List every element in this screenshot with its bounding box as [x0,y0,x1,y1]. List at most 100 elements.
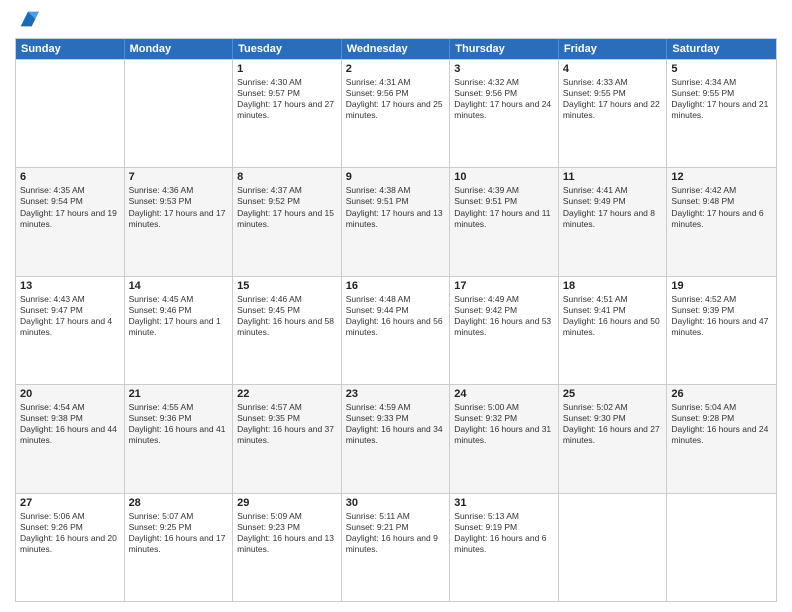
day-info: Sunrise: 4:31 AM Sunset: 9:56 PM Dayligh… [346,77,446,121]
logo-text [15,10,39,30]
calendar-cell: 23 Sunrise: 4:59 AM Sunset: 9:33 PM Dayli… [342,385,451,492]
weekday-header: Saturday [667,39,776,59]
day-number: 14 [129,280,229,292]
day-info: Sunrise: 5:04 AM Sunset: 9:28 PM Dayligh… [671,402,772,446]
day-number: 8 [237,171,337,183]
calendar-cell: 27Sunrise: 5:06 AM Sunset: 9:26 PM Dayli… [16,494,125,601]
calendar-cell: 16 Sunrise: 4:48 AM Sunset: 9:44 PM Dayli… [342,277,451,384]
day-number: 22 [237,388,337,400]
day-number: 7 [129,171,229,183]
calendar-cell: 19 Sunrise: 4:52 AM Sunset: 9:39 PM Dayli… [667,277,776,384]
day-number: 23 [346,388,446,400]
day-number: 21 [129,388,229,400]
day-number: 25 [563,388,663,400]
day-info: Sunrise: 5:13 AM Sunset: 9:19 PM Dayligh… [454,511,554,555]
day-info: Sunrise: 5:02 AM Sunset: 9:30 PM Dayligh… [563,402,663,446]
calendar: SundayMondayTuesdayWednesdayThursdayFrid… [15,38,777,602]
calendar-cell: 31 Sunrise: 5:13 AM Sunset: 9:19 PM Dayli… [450,494,559,601]
calendar-cell: 20 Sunrise: 4:54 AM Sunset: 9:38 PM Dayli… [16,385,125,492]
day-info: Sunrise: 4:36 AM Sunset: 9:53 PM Dayligh… [129,185,229,229]
calendar-cell: 14 Sunrise: 4:45 AM Sunset: 9:46 PM Dayli… [125,277,234,384]
day-number: 26 [671,388,772,400]
day-number: 1 [237,63,337,75]
day-number: 19 [671,280,772,292]
calendar-week-row: 13 Sunrise: 4:43 AM Sunset: 9:47 PM Dayli… [16,276,776,384]
day-number: 30 [346,497,446,509]
calendar-week-row: 20 Sunrise: 4:54 AM Sunset: 9:38 PM Dayli… [16,384,776,492]
day-info: Sunrise: 4:43 AM Sunset: 9:47 PM Dayligh… [20,294,120,338]
day-info: Sunrise: 4:49 AM Sunset: 9:42 PM Dayligh… [454,294,554,338]
calendar-page: SundayMondayTuesdayWednesdayThursdayFrid… [0,0,792,612]
calendar-cell: 5 Sunrise: 4:34 AM Sunset: 9:55 PM Daylig… [667,60,776,167]
calendar-cell: 8 Sunrise: 4:37 AM Sunset: 9:52 PM Daylig… [233,168,342,275]
day-info: Sunrise: 4:52 AM Sunset: 9:39 PM Dayligh… [671,294,772,338]
day-info: Sunrise: 4:54 AM Sunset: 9:38 PM Dayligh… [20,402,120,446]
header [15,10,777,30]
day-info: Sunrise: 4:48 AM Sunset: 9:44 PM Dayligh… [346,294,446,338]
calendar-cell: 21Sunrise: 4:55 AM Sunset: 9:36 PM Dayli… [125,385,234,492]
day-info: Sunrise: 5:06 AM Sunset: 9:26 PM Dayligh… [20,511,120,555]
day-number: 4 [563,63,663,75]
day-info: Sunrise: 5:11 AM Sunset: 9:21 PM Dayligh… [346,511,446,555]
day-info: Sunrise: 5:07 AM Sunset: 9:25 PM Dayligh… [129,511,229,555]
calendar-cell: 17 Sunrise: 4:49 AM Sunset: 9:42 PM Dayli… [450,277,559,384]
weekday-header: Monday [125,39,234,59]
day-info: Sunrise: 4:38 AM Sunset: 9:51 PM Dayligh… [346,185,446,229]
calendar-cell [16,60,125,167]
weekday-header: Wednesday [342,39,451,59]
day-number: 2 [346,63,446,75]
day-number: 16 [346,280,446,292]
day-info: Sunrise: 4:35 AM Sunset: 9:54 PM Dayligh… [20,185,120,229]
calendar-cell: 25 Sunrise: 5:02 AM Sunset: 9:30 PM Dayli… [559,385,668,492]
calendar-week-row: 27Sunrise: 5:06 AM Sunset: 9:26 PM Dayli… [16,493,776,601]
calendar-cell: 13 Sunrise: 4:43 AM Sunset: 9:47 PM Dayli… [16,277,125,384]
day-number: 20 [20,388,120,400]
weekday-header: Sunday [16,39,125,59]
calendar-cell: 2 Sunrise: 4:31 AM Sunset: 9:56 PM Daylig… [342,60,451,167]
calendar-cell: 1 Sunrise: 4:30 AM Sunset: 9:57 PM Daylig… [233,60,342,167]
day-number: 31 [454,497,554,509]
day-number: 18 [563,280,663,292]
day-info: Sunrise: 4:59 AM Sunset: 9:33 PM Dayligh… [346,402,446,446]
day-info: Sunrise: 4:30 AM Sunset: 9:57 PM Dayligh… [237,77,337,121]
day-info: Sunrise: 5:09 AM Sunset: 9:23 PM Dayligh… [237,511,337,555]
calendar-body: 1 Sunrise: 4:30 AM Sunset: 9:57 PM Daylig… [16,59,776,601]
calendar-cell: 3 Sunrise: 4:32 AM Sunset: 9:56 PM Daylig… [450,60,559,167]
day-info: Sunrise: 4:42 AM Sunset: 9:48 PM Dayligh… [671,185,772,229]
day-info: Sunrise: 4:57 AM Sunset: 9:35 PM Dayligh… [237,402,337,446]
day-number: 28 [129,497,229,509]
day-info: Sunrise: 4:37 AM Sunset: 9:52 PM Dayligh… [237,185,337,229]
calendar-cell: 6Sunrise: 4:35 AM Sunset: 9:54 PM Daylig… [16,168,125,275]
day-info: Sunrise: 4:45 AM Sunset: 9:46 PM Dayligh… [129,294,229,338]
calendar-cell [559,494,668,601]
calendar-cell: 9Sunrise: 4:38 AM Sunset: 9:51 PM Daylig… [342,168,451,275]
day-info: Sunrise: 5:00 AM Sunset: 9:32 PM Dayligh… [454,402,554,446]
calendar-cell: 26 Sunrise: 5:04 AM Sunset: 9:28 PM Dayli… [667,385,776,492]
day-number: 3 [454,63,554,75]
calendar-cell: 24 Sunrise: 5:00 AM Sunset: 9:32 PM Dayli… [450,385,559,492]
day-info: Sunrise: 4:33 AM Sunset: 9:55 PM Dayligh… [563,77,663,121]
calendar-week-row: 6Sunrise: 4:35 AM Sunset: 9:54 PM Daylig… [16,167,776,275]
calendar-cell: 22 Sunrise: 4:57 AM Sunset: 9:35 PM Dayli… [233,385,342,492]
calendar-cell: 10 Sunrise: 4:39 AM Sunset: 9:51 PM Dayli… [450,168,559,275]
logo-icon [17,8,39,30]
day-info: Sunrise: 4:46 AM Sunset: 9:45 PM Dayligh… [237,294,337,338]
calendar-cell: 29 Sunrise: 5:09 AM Sunset: 9:23 PM Dayli… [233,494,342,601]
calendar-cell: 12Sunrise: 4:42 AM Sunset: 9:48 PM Dayli… [667,168,776,275]
day-info: Sunrise: 4:32 AM Sunset: 9:56 PM Dayligh… [454,77,554,121]
day-number: 24 [454,388,554,400]
calendar-header: SundayMondayTuesdayWednesdayThursdayFrid… [16,39,776,59]
calendar-cell: 4 Sunrise: 4:33 AM Sunset: 9:55 PM Daylig… [559,60,668,167]
day-number: 17 [454,280,554,292]
calendar-cell: 18Sunrise: 4:51 AM Sunset: 9:41 PM Dayli… [559,277,668,384]
calendar-cell [667,494,776,601]
day-number: 10 [454,171,554,183]
day-number: 13 [20,280,120,292]
weekday-header: Friday [559,39,668,59]
logo [15,10,39,30]
day-info: Sunrise: 4:39 AM Sunset: 9:51 PM Dayligh… [454,185,554,229]
day-info: Sunrise: 4:34 AM Sunset: 9:55 PM Dayligh… [671,77,772,121]
day-number: 5 [671,63,772,75]
calendar-week-row: 1 Sunrise: 4:30 AM Sunset: 9:57 PM Daylig… [16,59,776,167]
day-number: 29 [237,497,337,509]
